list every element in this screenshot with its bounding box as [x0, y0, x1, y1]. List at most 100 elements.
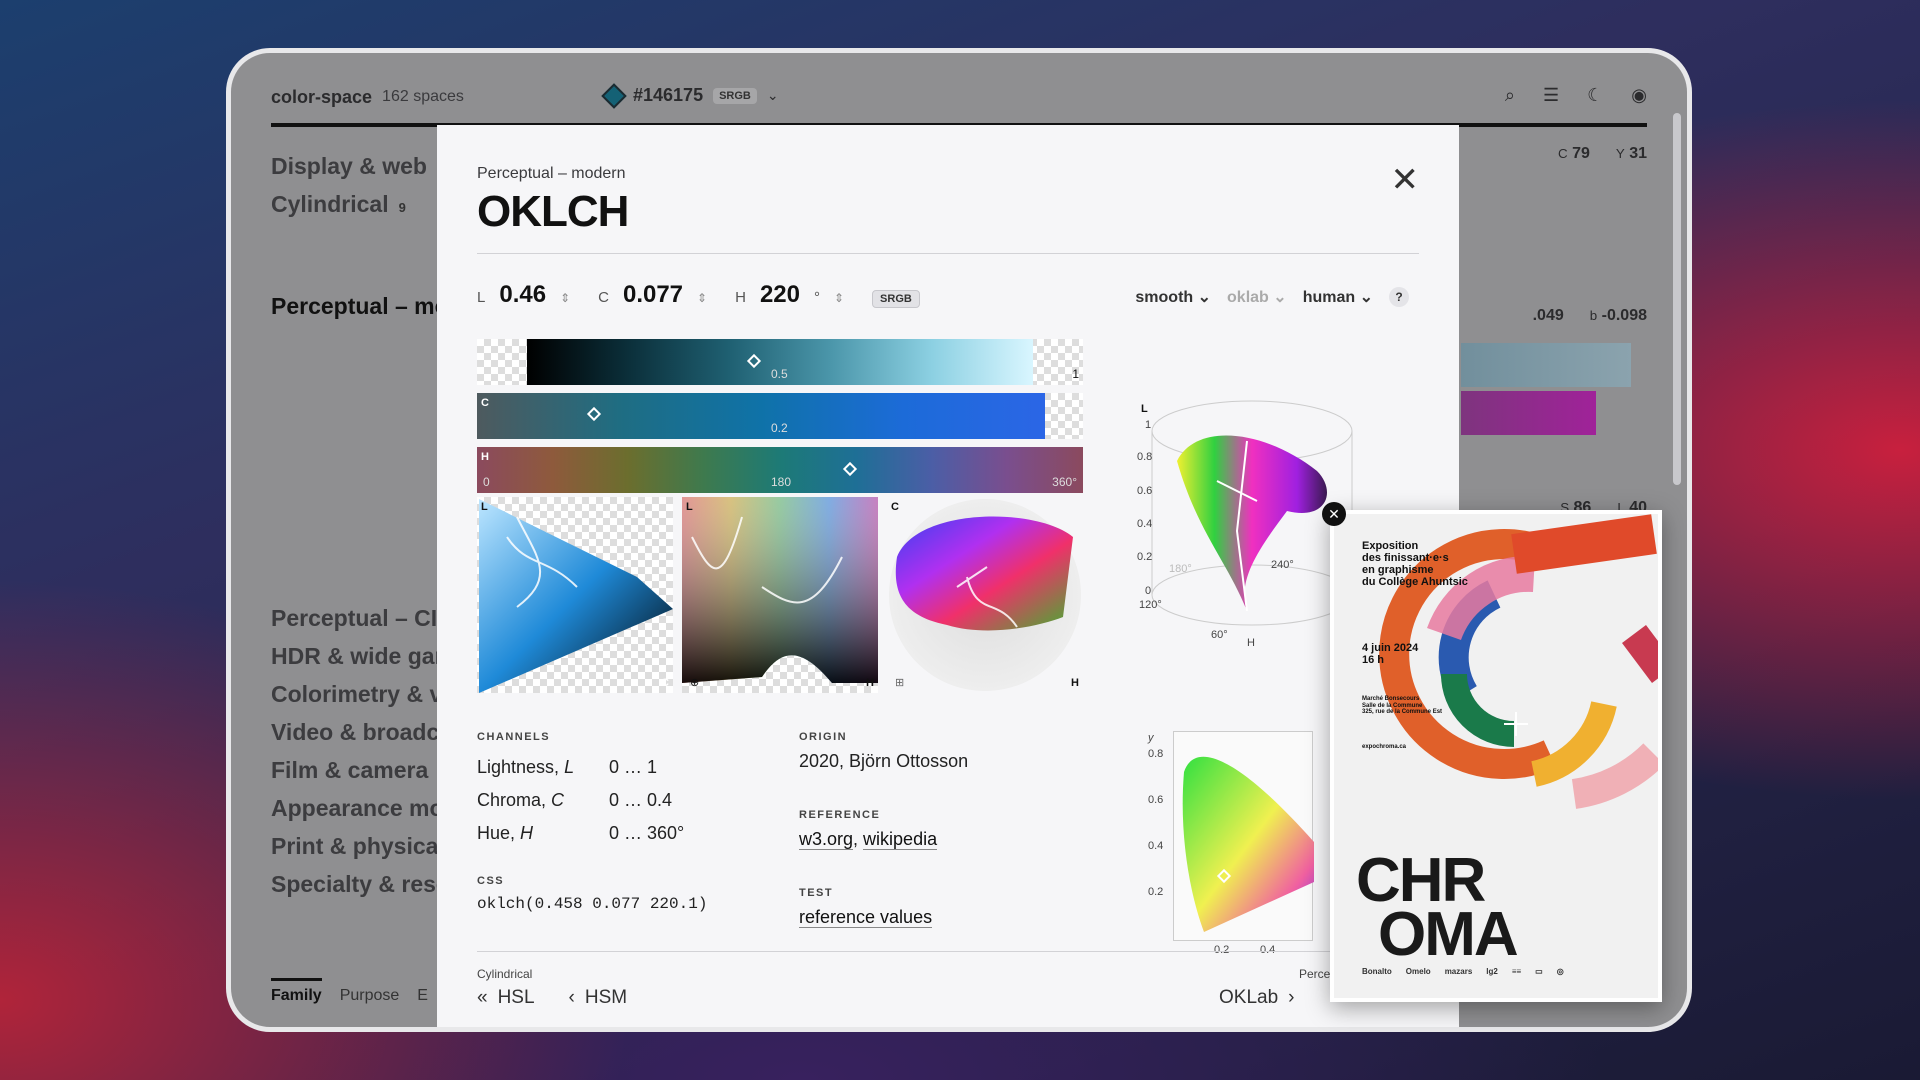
- link-separator: ,: [853, 829, 864, 849]
- lh-gamut-shape: [682, 497, 878, 683]
- c-value[interactable]: 0.077: [623, 281, 683, 309]
- count-badge: 9: [398, 200, 406, 215]
- crosshair-icon[interactable]: ⊕: [690, 676, 699, 689]
- close-icon[interactable]: ✕: [1391, 163, 1420, 197]
- sidebar-item-perceptual-cie[interactable]: Perceptual – CIE: [271, 605, 453, 632]
- reference-heading: REFERENCE: [799, 809, 881, 821]
- slider-tick: 1: [1072, 367, 1079, 381]
- poster-headline-line: OMA: [1378, 900, 1519, 969]
- plot-axis-bottom: C: [661, 677, 669, 689]
- chevron-down-icon[interactable]: ⌄: [767, 87, 779, 104]
- value-number: .049: [1532, 307, 1564, 324]
- top-bar: color-space 162 spaces #146175 SRGB ⌄ ⌕ …: [271, 79, 1647, 115]
- chroma-x-tick: 0.2: [1214, 944, 1230, 956]
- origin-section: ORIGIN 2020, Björn Ottosson: [799, 731, 968, 772]
- origin-value: 2020, Björn Ottosson: [799, 751, 969, 771]
- space-select[interactable]: oklab ⌄: [1227, 287, 1287, 307]
- wikipedia-link[interactable]: wikipedia: [863, 829, 938, 850]
- chroma-slider[interactable]: C 0.2: [477, 393, 1083, 439]
- poster-overlay[interactable]: Exposition des finissant·e·s en graphism…: [1330, 510, 1662, 1002]
- bg-value-b[interactable]: b -0.098: [1590, 307, 1647, 325]
- bg-values-row-1: C 79 Y 31: [1558, 145, 1647, 163]
- h-stepper-icon[interactable]: ⇕: [834, 291, 844, 305]
- chroma-y-tick: 0.2: [1148, 886, 1164, 898]
- 3d-hue-label: 180°: [1169, 563, 1192, 575]
- tab-more[interactable]: E: [417, 978, 428, 1005]
- l-stepper-icon[interactable]: ⇕: [560, 291, 570, 305]
- current-color-picker[interactable]: #146175 SRGB ⌄: [601, 82, 779, 109]
- chroma-x-tick: 0.4: [1260, 944, 1276, 956]
- chromaticity-plot[interactable]: y 0.8 0.6 0.4 0.2 0.2 0.4: [1148, 731, 1314, 956]
- grid-icon[interactable]: ⊞: [895, 676, 904, 689]
- poster-sponsors: Bonalto Omelo mazars lg2 ≡≡ ▭ ◎: [1362, 967, 1564, 976]
- reference-values-link[interactable]: reference values: [799, 907, 933, 928]
- slider-label: C: [481, 397, 489, 409]
- css-heading: CSS: [477, 875, 505, 887]
- chevron-right-icon[interactable]: ›: [1288, 987, 1294, 1009]
- value-label: C: [1557, 146, 1568, 161]
- tab-purpose[interactable]: Purpose: [340, 978, 400, 1005]
- moon-icon[interactable]: ☾: [1587, 85, 1603, 106]
- hue-slider[interactable]: H 0 180 360°: [477, 447, 1083, 493]
- prev-link[interactable]: HSM: [585, 987, 627, 1009]
- search-icon[interactable]: ⌕: [1505, 85, 1515, 106]
- 3d-hue-label: H: [1247, 637, 1255, 649]
- l-value[interactable]: 0.46: [499, 281, 546, 309]
- sidebar-item-cylindrical[interactable]: Cylindrical 9: [271, 191, 406, 218]
- close-icon[interactable]: ✕: [1322, 502, 1346, 526]
- plot-axis-top: L: [686, 501, 693, 513]
- tab-family[interactable]: Family: [271, 978, 322, 1005]
- w3-link[interactable]: w3.org: [799, 829, 854, 850]
- bg-value-a[interactable]: .049: [1533, 307, 1564, 325]
- gamut-badge: SRGB: [872, 290, 920, 308]
- plot-lh[interactable]: L H ⊕: [682, 497, 878, 693]
- h-unit: °: [813, 289, 820, 306]
- channel-range: 0 … 0.4: [609, 790, 673, 810]
- channel-range: 0 … 1: [609, 757, 658, 777]
- plot-ch[interactable]: C H ⊞: [887, 497, 1083, 693]
- bg-value-c[interactable]: C 79: [1558, 145, 1590, 163]
- github-icon[interactable]: ◉: [1631, 85, 1647, 106]
- next-link[interactable]: OKLab: [1219, 987, 1278, 1009]
- plot-lc[interactable]: L C: [477, 497, 673, 693]
- test-section: TEST reference values: [799, 887, 933, 928]
- 3d-axis-label: L: [1141, 403, 1148, 415]
- lightness-slider[interactable]: 0.5 1: [477, 339, 1083, 385]
- css-value[interactable]: oklch(0.458 0.077 220.1): [477, 895, 707, 913]
- interp-select[interactable]: smooth ⌄: [1135, 287, 1211, 307]
- channel-symbol: C: [551, 790, 565, 810]
- 3d-hue-label: 60°: [1211, 629, 1228, 641]
- chromaticity-shape: [1182, 756, 1314, 932]
- sponsor-logo: Omelo: [1405, 967, 1431, 976]
- l-label: L: [477, 289, 486, 306]
- chroma-gradient: [477, 393, 1045, 439]
- double-chevron-left-icon[interactable]: «: [477, 987, 488, 1009]
- sidebar-item-film[interactable]: Film & camera: [271, 757, 428, 784]
- mode-select[interactable]: human ⌄: [1303, 287, 1373, 307]
- mode-value: human: [1302, 289, 1356, 306]
- sidebar-item-print[interactable]: Print & physical: [271, 833, 445, 860]
- channel-row: Chroma, C 0 … 0.4: [477, 784, 684, 817]
- plot-axis-bottom: H: [1071, 677, 1079, 689]
- sponsor-logo: ≡≡: [1511, 967, 1522, 976]
- slider-tick: 360°: [1052, 475, 1077, 489]
- sidebar-item-display[interactable]: Display & web: [271, 153, 427, 180]
- chevron-left-icon[interactable]: ‹: [569, 987, 575, 1009]
- channel-name: Hue,: [477, 823, 521, 843]
- prev-far-link[interactable]: HSL: [498, 987, 535, 1009]
- 3d-tick: 1: [1145, 419, 1152, 431]
- brand-name[interactable]: color-space: [271, 87, 372, 108]
- sidebar-item-label: Film & camera: [271, 757, 429, 783]
- scrollbar[interactable]: [1673, 113, 1681, 485]
- c-stepper-icon[interactable]: ⇕: [697, 291, 707, 305]
- value-number: 31: [1629, 145, 1647, 162]
- space-count: 162 spaces: [382, 88, 464, 105]
- help-button[interactable]: ?: [1389, 287, 1409, 307]
- plot-axis-bottom: H: [866, 677, 874, 689]
- sliders-icon[interactable]: ☰: [1543, 85, 1559, 106]
- sidebar-item-label: Print & physical: [271, 833, 445, 859]
- bg-value-y[interactable]: Y 31: [1616, 145, 1647, 163]
- reference-section: REFERENCE w3.org, wikipedia: [799, 809, 938, 850]
- h-value[interactable]: 220: [760, 281, 800, 309]
- sponsor-logo: mazars: [1444, 967, 1473, 976]
